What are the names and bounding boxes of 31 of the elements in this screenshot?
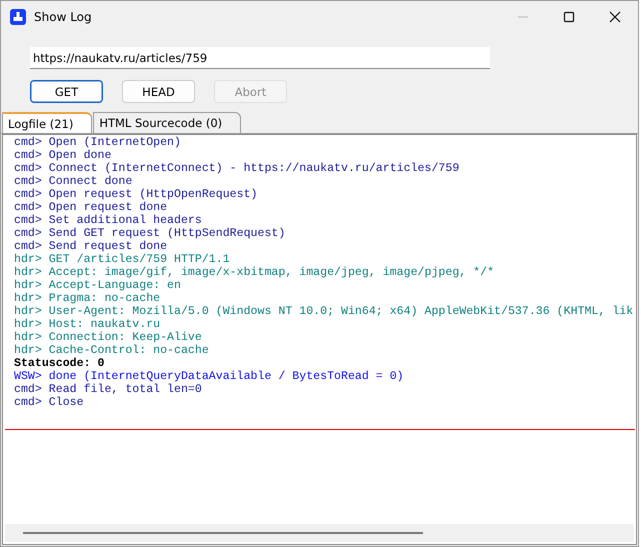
horizontal-scrollbar[interactable] bbox=[5, 524, 634, 542]
app-icon bbox=[10, 8, 26, 24]
log-line: cmd> Open request done bbox=[14, 201, 168, 214]
tab[interactable]: Logfile (21) bbox=[2, 112, 92, 133]
log-line: cmd> Send GET request (HttpSendRequest) bbox=[14, 227, 286, 240]
maximize-icon bbox=[563, 10, 575, 22]
log-line: Statuscode: 0 bbox=[14, 357, 106, 370]
request-button[interactable]: HEAD bbox=[122, 80, 195, 103]
close-icon bbox=[609, 10, 621, 22]
window-title: Show Log bbox=[34, 10, 92, 24]
log-line: hdr> Cache-Control: no-cache bbox=[14, 344, 210, 357]
log-line: cmd> Set additional headers bbox=[14, 214, 203, 227]
log-line: cmd> Connect done bbox=[14, 175, 134, 188]
log-line: hdr> Accept: image/gif, image/x-xbitmap, image/jpeg, image/pjpeg, */* bbox=[14, 266, 496, 279]
log-line: hdr> GET /articles/759 HTTP/1.1 bbox=[14, 253, 231, 266]
log-line: hdr> Accept-Language: en bbox=[14, 279, 182, 292]
log-line: hdr> Pragma: no-cache bbox=[14, 292, 162, 305]
url-field[interactable]: https://naukatv.ru/articles/759 bbox=[30, 47, 490, 69]
tab[interactable]: HTML Sourcecode (0) bbox=[93, 112, 242, 133]
log-line: hdr> User-Agent: Mozilla/5.0 (Windows NT 10.0; Win64; x64) AppleWebKit/537.36 (KHTML, lik bbox=[14, 305, 634, 318]
log-line: cmd> Open request (HttpOpenRequest) bbox=[14, 188, 259, 201]
log-line: cmd> Connect (InternetConnect) - https://naukatv.ru/articles/759 bbox=[14, 162, 460, 175]
log-line: hdr> Connection: Keep-Alive bbox=[14, 331, 203, 344]
log-line: cmd> Read file, total len=0 bbox=[14, 383, 203, 396]
log-line: hdr> Host: naukatv.ru bbox=[14, 318, 162, 331]
request-button[interactable]: GET bbox=[30, 80, 103, 103]
log-line: cmd> Open done bbox=[14, 149, 112, 162]
log-line: cmd> Close bbox=[14, 396, 85, 409]
log-line: cmd> Send request done bbox=[14, 240, 168, 253]
log-line: WSW> done (InternetQueryDataAvailable / BytesToRead = 0) bbox=[14, 370, 405, 383]
log-line: cmd> Open (InternetOpen) bbox=[14, 136, 182, 149]
